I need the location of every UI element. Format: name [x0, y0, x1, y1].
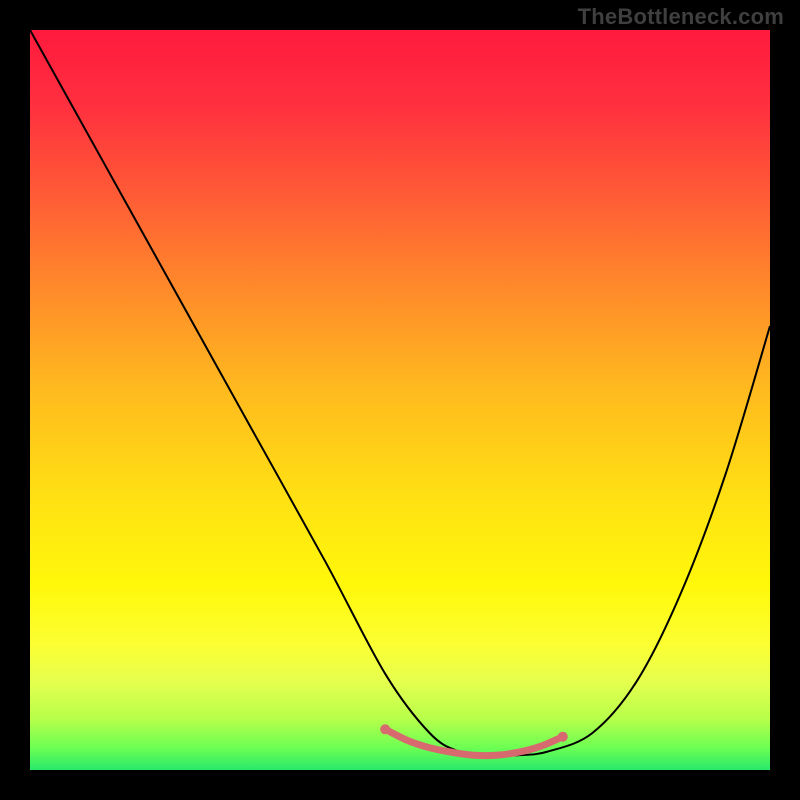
- chart-stage: TheBottleneck.com: [0, 0, 800, 800]
- marker-band-path: [385, 729, 563, 755]
- curve-line: [30, 30, 770, 756]
- watermark-label: TheBottleneck.com: [578, 4, 784, 30]
- plot-area: [30, 30, 770, 770]
- chart-svg: [30, 30, 770, 770]
- marker-band-stroke: [385, 729, 563, 755]
- curve-path: [30, 30, 770, 756]
